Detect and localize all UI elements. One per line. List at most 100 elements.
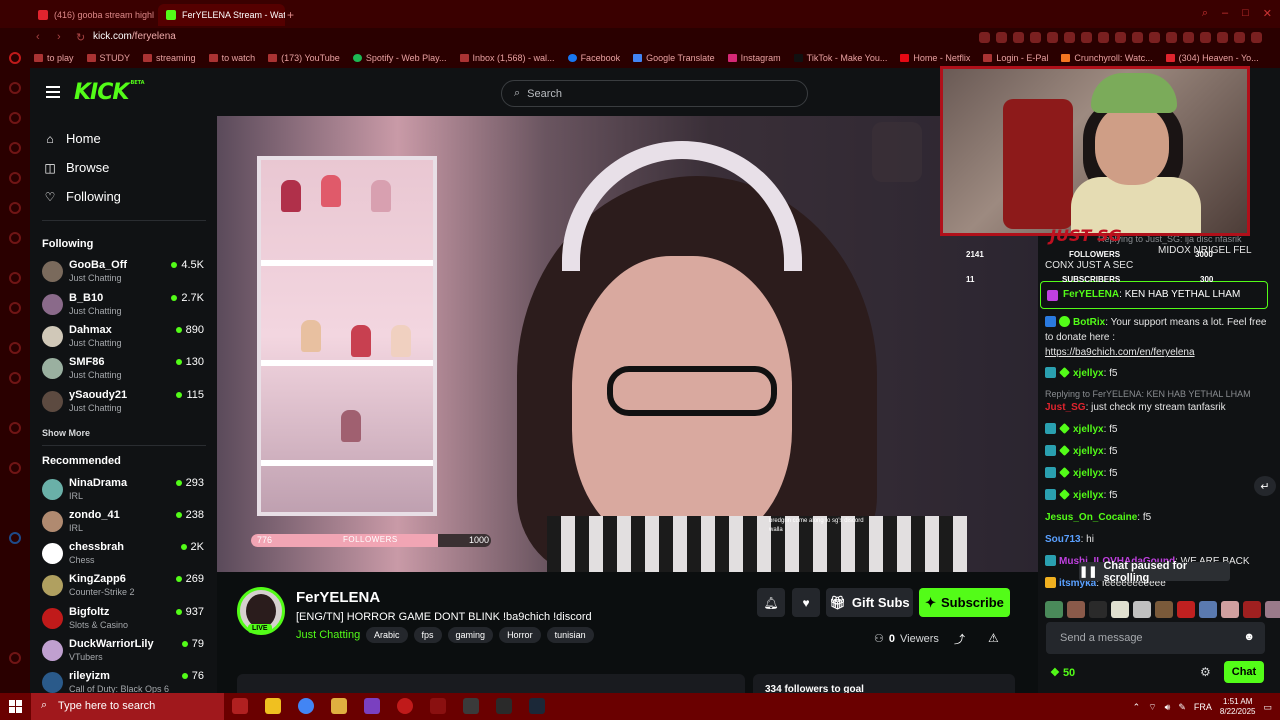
channel-item[interactable]: rileyizm Call of Duty: Black Ops 6 76 [42, 668, 206, 693]
windows-start-icon[interactable] [9, 700, 22, 713]
video-player[interactable]: 776 FOLLOWERS 1000 bredgrin come along t… [217, 116, 1038, 572]
channel-item[interactable]: SMF86 Just Chatting 130 [42, 354, 206, 384]
chat-username[interactable]: xjellyx [1073, 490, 1104, 501]
chat-username[interactable]: Just_SG [1045, 402, 1086, 413]
browser-tab[interactable]: (416) gooba stream highl [30, 4, 154, 26]
emote-icon[interactable] [1177, 601, 1195, 618]
extension-icon[interactable] [1217, 32, 1228, 43]
channel-item[interactable]: DuckWarriorLily VTubers 79 [42, 636, 206, 666]
bookmark[interactable]: Facebook [567, 53, 620, 63]
extension-icon[interactable] [1149, 32, 1160, 43]
pinned-user[interactable]: FerYELENA [1063, 289, 1119, 300]
tag[interactable]: tunisian [546, 627, 594, 643]
taskbar-search[interactable]: ⌕ Type here to search [31, 693, 224, 720]
emote-icon[interactable] [1243, 601, 1261, 618]
channel-item[interactable]: GooBa_Off Just Chatting 4.5K [42, 257, 206, 287]
gift-subs-button[interactable]: 🎁︎ Gift Subs [826, 588, 913, 617]
menu-icon[interactable] [1251, 32, 1262, 43]
profile-icon[interactable] [1234, 32, 1245, 43]
share-icon[interactable]: ⤴ [954, 631, 965, 647]
chat-username[interactable]: Sou713 [1045, 534, 1081, 545]
emote-icon[interactable] [1045, 601, 1063, 618]
sidebar-app-icon[interactable] [9, 372, 21, 384]
tag[interactable]: gaming [447, 627, 494, 643]
subscribe-button[interactable]: ✦ Subscribe [919, 588, 1010, 617]
nav-following[interactable]: ♡ Following [44, 189, 121, 204]
scroll-to-bottom-button[interactable]: ↵ [1254, 476, 1276, 496]
heart-icon[interactable] [1064, 32, 1075, 43]
channel-item[interactable]: B_B10 Just Chatting 2.7K [42, 290, 206, 320]
show-more-link[interactable]: Show More [42, 428, 90, 438]
notification-button[interactable]: 🔔︎ [757, 588, 785, 617]
emote-icon[interactable] [1199, 601, 1217, 618]
tag[interactable]: Horror [499, 627, 541, 643]
close-icon[interactable]: ✕ [1263, 7, 1272, 20]
chat-username[interactable]: xjellyx [1073, 368, 1104, 379]
bookmark[interactable]: Home - Netflix [900, 53, 970, 63]
bookmark[interactable]: (173) YouTube [268, 53, 340, 63]
sidebar-app-icon[interactable] [9, 82, 21, 94]
emote-icon[interactable] [1155, 601, 1173, 618]
sidebar-app-icon[interactable] [9, 232, 21, 244]
chat-username[interactable]: xjellyx [1073, 424, 1104, 435]
opera-home-icon[interactable] [9, 52, 21, 64]
new-tab-button[interactable]: + [287, 4, 303, 26]
emote-icon[interactable] [1221, 601, 1239, 618]
tag[interactable]: Arabic [366, 627, 408, 643]
tag[interactable]: fps [413, 627, 442, 643]
bookmark[interactable]: Inbox (1,568) - wal... [459, 53, 555, 63]
emote-icon[interactable] [1111, 601, 1129, 618]
sidebar-app-icon[interactable] [9, 272, 21, 284]
chat-username[interactable]: xjellyx [1073, 446, 1104, 457]
nav-browse[interactable]: ◫ Browse [44, 160, 109, 175]
sidebar-app-icon[interactable] [9, 532, 21, 544]
report-icon[interactable]: ⚠ [988, 631, 999, 645]
extension-icon[interactable] [1115, 32, 1126, 43]
emote-icon[interactable] [1089, 601, 1107, 618]
streamer-name[interactable]: FerYELENA [296, 589, 380, 606]
app-icon[interactable] [463, 698, 479, 714]
sidebar-app-icon[interactable] [9, 112, 21, 124]
bookmark[interactable]: streaming [143, 53, 196, 63]
url-field[interactable]: kick.com/feryelena [93, 31, 176, 42]
chat-username[interactable]: Jesus_On_Cocaine [1045, 512, 1137, 523]
language-indicator[interactable]: FRA [1194, 702, 1212, 712]
channel-item[interactable]: chessbrah Chess 2K [42, 539, 206, 569]
emote-icon[interactable] [1133, 601, 1151, 618]
extension-icon[interactable] [1030, 32, 1041, 43]
channel-item[interactable]: zondo_41 IRL 238 [42, 507, 206, 537]
chrome-icon[interactable] [298, 698, 314, 714]
channel-item[interactable]: Bigfoltz Slots & Casino 937 [42, 604, 206, 634]
tray-chevron-icon[interactable]: ⌃ [1133, 702, 1141, 713]
bookmark[interactable]: STUDY [86, 53, 130, 63]
sidebar-app-icon[interactable] [9, 422, 21, 434]
translate-icon[interactable] [996, 32, 1007, 43]
volume-icon[interactable]: 🔊︎ [1165, 702, 1171, 713]
sidebar-app-icon[interactable] [9, 302, 21, 314]
bookmark[interactable]: Login - E-Pal [983, 53, 1048, 63]
opera-icon[interactable] [397, 698, 413, 714]
minimize-icon[interactable]: – [1222, 7, 1228, 20]
channel-points[interactable]: ❖ 50 [1050, 666, 1075, 679]
bookmark[interactable]: Instagram [727, 53, 781, 63]
sidebar-app-icon[interactable] [9, 342, 21, 354]
bookmark[interactable]: Spotify - Web Play... [352, 53, 447, 63]
file-explorer-icon[interactable] [331, 698, 347, 714]
follow-button[interactable]: ♥ [792, 588, 820, 617]
chat-username[interactable]: xjellyx [1073, 468, 1104, 479]
bookmark[interactable]: Google Translate [633, 53, 715, 63]
steam-icon[interactable] [529, 698, 545, 714]
gear-icon[interactable]: ⚙ [1200, 665, 1211, 679]
nav-home[interactable]: ⌂ Home [44, 131, 100, 146]
chat-send-button[interactable]: Chat [1224, 661, 1264, 683]
extension-icon[interactable] [1200, 32, 1211, 43]
app-icon[interactable] [496, 698, 512, 714]
chat-message-input[interactable]: Send a message ☻ [1046, 622, 1265, 654]
chat-username[interactable]: BotRix [1073, 317, 1105, 328]
extension-icon[interactable] [1132, 32, 1143, 43]
extension-icon[interactable] [1098, 32, 1109, 43]
maximize-icon[interactable]: □ [1242, 7, 1249, 20]
menu-icon[interactable] [46, 86, 60, 98]
channel-item[interactable]: NinaDrama IRL 293 [42, 475, 206, 505]
channel-item[interactable]: ySaoudy21 Just Chatting 115 [42, 387, 206, 417]
